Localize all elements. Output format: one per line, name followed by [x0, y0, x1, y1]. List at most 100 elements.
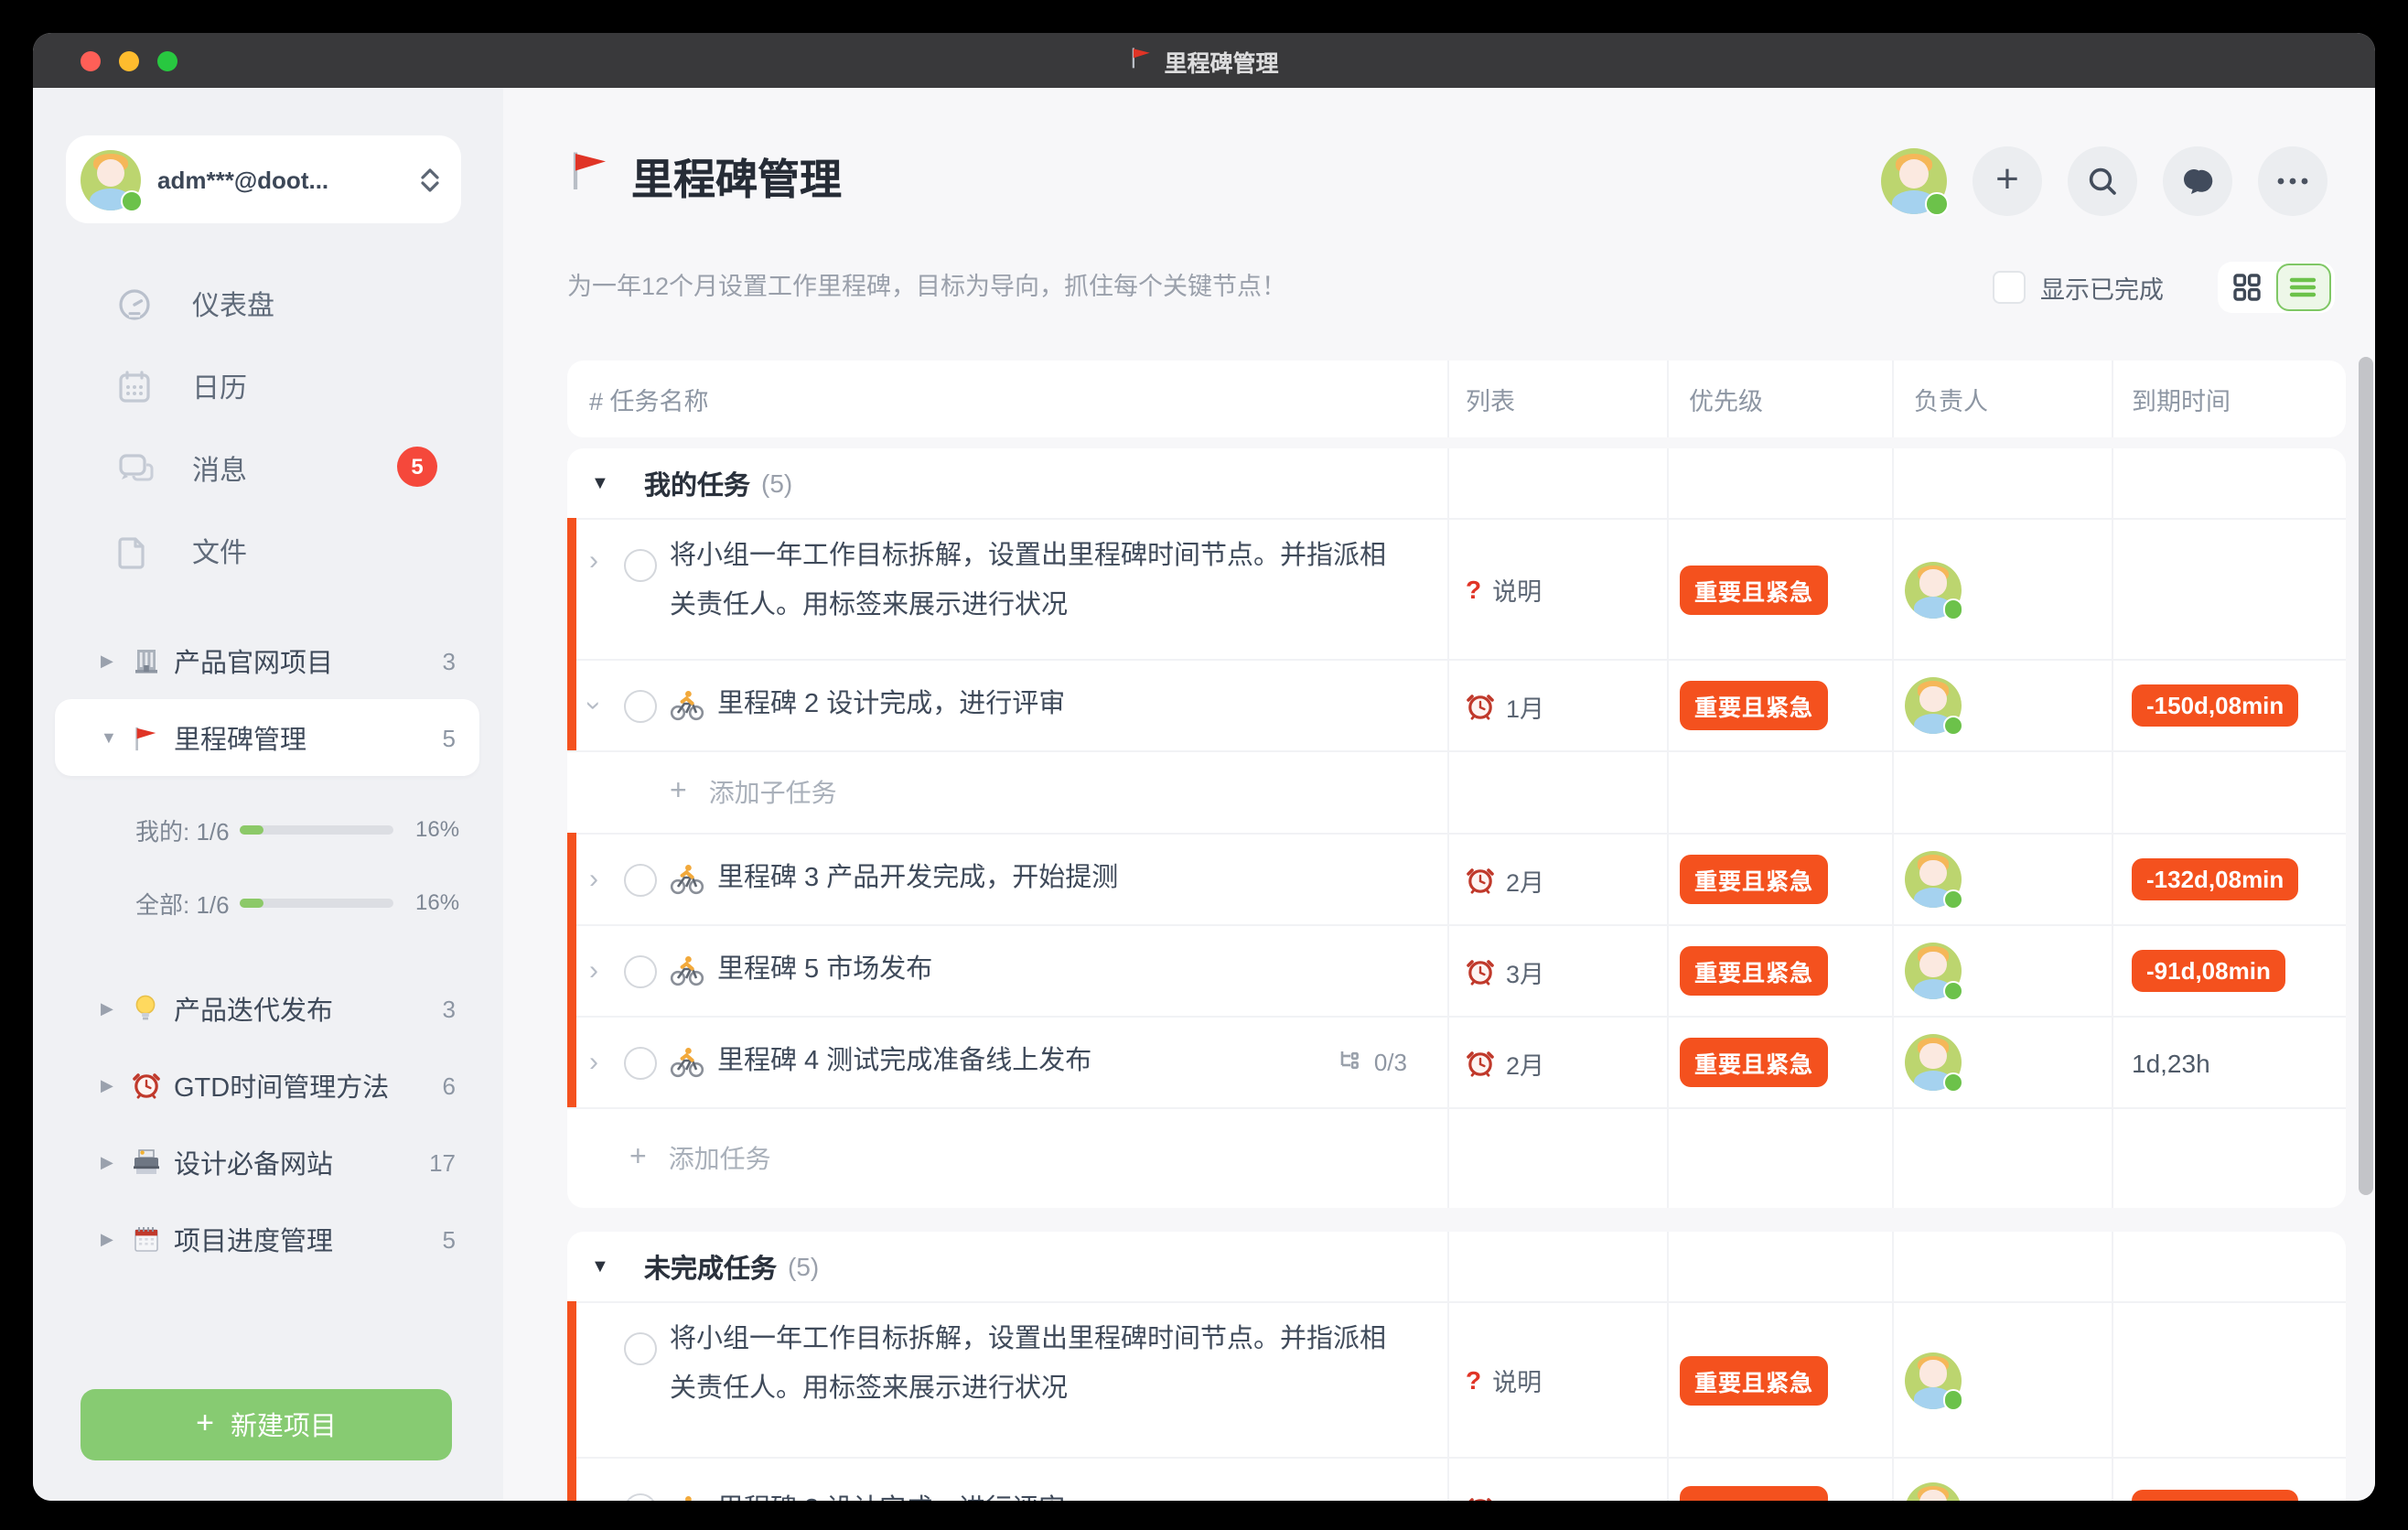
add-subtask-row[interactable]: +添加子任务 [567, 750, 2346, 833]
triangle-right-icon[interactable]: ▶ [101, 1229, 123, 1249]
show-completed-label: 显示已完成 [2040, 269, 2164, 306]
add-task-row[interactable]: +添加任务 [567, 1107, 2346, 1208]
due-cell: -150d,08min [2110, 661, 2346, 750]
triangle-right-icon[interactable]: ▶ [101, 1152, 123, 1172]
project-name: GTD时间管理方法 [174, 1066, 443, 1104]
flag-icon [132, 724, 163, 751]
sidebar-project-product-site[interactable]: ▶产品官网项目3 [33, 622, 503, 699]
plus-icon: + [670, 776, 687, 809]
account-switcher[interactable]: adm***@doot... [66, 135, 461, 223]
grid-view-button[interactable] [2217, 273, 2275, 302]
chevron-right-icon[interactable]: › [589, 955, 622, 986]
project-name: 设计必备网站 [174, 1143, 429, 1181]
list-cell: 1月 [1447, 1459, 1667, 1501]
account-email: adm***@doot... [157, 166, 421, 193]
plus-icon: + [1995, 155, 2019, 202]
assignee-cell [1892, 835, 2110, 924]
zoom-window-button[interactable] [157, 50, 177, 70]
triangle-down-icon[interactable]: ▼ [591, 473, 617, 493]
assignee-avatar [1905, 561, 1962, 618]
complete-toggle[interactable] [624, 1332, 657, 1365]
priority-cell: 重要且紧急 [1667, 661, 1892, 750]
sidebar-project-gtd[interactable]: ▶GTD时间管理方法6 [33, 1047, 503, 1124]
triangle-right-icon[interactable]: ▶ [101, 651, 123, 671]
list-value: 1月 [1506, 687, 1544, 724]
scrollbar-thumb[interactable] [2359, 357, 2373, 1195]
complete-toggle[interactable] [624, 1493, 657, 1501]
task-row[interactable]: 里程碑 2 设计完成，进行评审1月重要且紧急-150d,08min [567, 1457, 2346, 1501]
due-cell: -150d,08min [2110, 1459, 2346, 1501]
chevron-down-icon[interactable]: › [589, 690, 622, 721]
task-title: 将小组一年工作目标拆解，设置出里程碑时间节点。并指派相关责任人。用标签来展示进行… [670, 1316, 1398, 1415]
complete-toggle[interactable] [624, 689, 657, 722]
complete-toggle[interactable] [624, 1046, 657, 1079]
assignee-avatar [1905, 677, 1962, 734]
chevron-right-icon[interactable]: › [589, 1047, 622, 1078]
assignee-cell [1892, 520, 2110, 659]
list-value: 1月 [1506, 1492, 1544, 1501]
progress-label: 全部: 1/6 [135, 885, 234, 920]
task-row[interactable]: ›里程碑 5 市场发布3月重要且紧急-91d,08min [567, 924, 2346, 1016]
group-name: 我的任务 [644, 464, 750, 502]
triangle-down-icon[interactable]: ▼ [591, 1256, 617, 1277]
list-view-button[interactable] [2275, 264, 2330, 311]
sidebar-item-calendar[interactable]: 日历 [33, 346, 503, 428]
task-row[interactable]: ›里程碑 4 测试完成准备线上发布0/32月重要且紧急1d,23h [567, 1016, 2346, 1107]
project-count: 3 [443, 995, 456, 1022]
new-project-button[interactable]: + 新建项目 [81, 1389, 452, 1460]
triangle-right-icon[interactable]: ▶ [101, 998, 123, 1018]
close-window-button[interactable] [81, 50, 101, 70]
sidebar-project-design-sites[interactable]: ▶设计必备网站17 [33, 1124, 503, 1201]
due-badge: -132d,08min [2132, 858, 2298, 900]
chevron-right-icon[interactable]: › [589, 864, 622, 895]
group-header[interactable]: ▼未完成任务(5) [567, 1232, 2346, 1301]
sidebar-item-dashboard[interactable]: 仪表盘 [33, 264, 503, 346]
user-avatar[interactable] [1881, 148, 1947, 214]
more-button[interactable] [2258, 146, 2327, 216]
task-title: 将小组一年工作目标拆解，设置出里程碑时间节点。并指派相关责任人。用标签来展示进行… [670, 533, 1398, 631]
task-name-cell: 将小组一年工作目标拆解，设置出里程碑时间节点。并指派相关责任人。用标签来展示进行… [567, 1303, 1447, 1457]
project-name: 产品迭代发布 [174, 989, 443, 1028]
complete-toggle[interactable] [624, 954, 657, 987]
header-actions: + [1881, 146, 2327, 216]
sidebar-item-messages[interactable]: 消息5 [33, 428, 503, 511]
complete-toggle[interactable] [624, 549, 657, 582]
search-button[interactable] [2068, 146, 2137, 216]
sidebar-project-milestone[interactable]: ▼里程碑管理5 [33, 699, 503, 776]
triangle-down-icon[interactable]: ▼ [101, 728, 123, 747]
group-header[interactable]: ▼我的任务(5) [567, 448, 2346, 518]
task-row[interactable]: ›里程碑 3 产品开发完成，开始提测2月重要且紧急-132d,08min [567, 833, 2346, 924]
task-row[interactable]: 将小组一年工作目标拆解，设置出里程碑时间节点。并指派相关责任人。用标签来展示进行… [567, 1301, 2346, 1457]
assignee-cell [1892, 661, 2110, 750]
assignee-avatar [1905, 1352, 1962, 1408]
calendar-icon [117, 370, 154, 404]
task-row[interactable]: ›里程碑 2 设计完成，进行评审1月重要且紧急-150d,08min [567, 659, 2346, 750]
printer-icon [132, 1148, 163, 1177]
task-name-cell: ›里程碑 5 市场发布 [567, 926, 1447, 1016]
priority-cell: 重要且紧急 [1667, 1018, 1892, 1107]
add-button[interactable]: + [1973, 146, 2042, 216]
online-status-dot [121, 189, 143, 211]
complete-toggle[interactable] [624, 863, 657, 896]
task-name-cell: › 将小组一年工作目标拆解，设置出里程碑时间节点。并指派相关责任人。用标签来展示进… [567, 520, 1447, 659]
sidebar-project-iteration-release[interactable]: ▶ 产品迭代发布3 [33, 970, 503, 1047]
sidebar-nav: 仪表盘日历消息5文件 [33, 264, 503, 593]
minimize-window-button[interactable] [119, 50, 139, 70]
project-name: 里程碑管理 [174, 718, 443, 757]
chevron-right-icon[interactable]: › [589, 545, 622, 576]
task-row[interactable]: › 将小组一年工作目标拆解，设置出里程碑时间节点。并指派相关责任人。用标签来展示进… [567, 518, 2346, 659]
show-completed-checkbox[interactable] [1993, 271, 2026, 304]
list-controls: 显示已完成 [1993, 262, 2334, 313]
assignee-cell [1892, 1018, 2110, 1107]
triangle-right-icon[interactable]: ▶ [101, 1075, 123, 1095]
messages-button[interactable] [2163, 146, 2232, 216]
sidebar-item-files[interactable]: 文件 [33, 511, 503, 593]
list-value: 3月 [1506, 953, 1544, 989]
checklist-count: 0/3 [1338, 1048, 1407, 1077]
task-title: 里程碑 2 设计完成，进行评审 [717, 1485, 1065, 1501]
bike-icon [670, 955, 704, 986]
column-header: 到期时间 [2110, 381, 2346, 417]
avatar [81, 149, 141, 210]
sidebar-project-progress-mgmt[interactable]: ▶项目进度管理5 [33, 1201, 503, 1277]
priority-cell: 重要且紧急 [1667, 835, 1892, 924]
